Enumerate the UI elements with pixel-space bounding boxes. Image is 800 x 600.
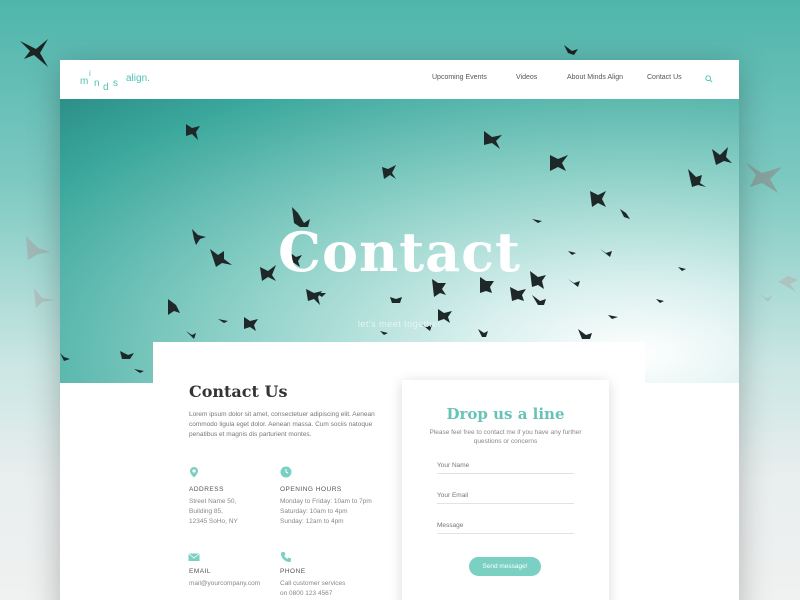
search-icon[interactable] — [705, 75, 713, 83]
background-bird-icon — [564, 45, 578, 55]
hero-title: Contact — [277, 220, 521, 284]
contact-form: Drop us a line Please feel free to conta… — [402, 380, 609, 600]
logo-letter: s — [113, 78, 120, 89]
background-bird-icon — [760, 294, 772, 302]
message-field[interactable] — [437, 518, 574, 534]
form-description: Please feel free to contact me if you ha… — [429, 429, 582, 445]
phone-icon — [281, 552, 291, 562]
address-value: Street Name 50, Building 85, 12345 SoHo,… — [189, 498, 238, 525]
nav-link-about[interactable]: About Minds Align — [567, 74, 623, 81]
nav-link-contact[interactable]: Contact Us — [647, 74, 682, 81]
logo-suffix: align. — [126, 73, 150, 84]
email-field[interactable] — [437, 488, 574, 504]
background-bird-icon — [778, 276, 798, 292]
opening-hours-label: OPENING HOURS — [280, 486, 342, 493]
clock-icon — [280, 466, 292, 478]
nav-link-upcoming-events[interactable]: Upcoming Events — [432, 74, 487, 81]
email-value[interactable]: mail@yourcompany.com — [189, 579, 260, 589]
background-bird-icon — [20, 39, 48, 67]
contact-section-title: Contact Us — [189, 382, 288, 401]
email-label: EMAIL — [189, 568, 212, 575]
send-message-button[interactable]: Send message! — [469, 557, 541, 576]
logo-letter: i — [89, 69, 93, 78]
phone-value[interactable]: Call customer services on 0800 123 4567 — [280, 579, 345, 599]
logo-letter: d — [103, 82, 111, 93]
opening-hours-value: Monday to Friday: 10am to 7pm Saturday: … — [280, 498, 372, 525]
envelope-icon — [188, 553, 200, 561]
logo-letter: n — [94, 78, 102, 89]
hero-subtitle: let's meet together — [357, 319, 442, 329]
address-label: ADDRESS — [189, 486, 224, 493]
top-navbar: m i n d s align. Upcoming Events Videos … — [60, 60, 739, 99]
nav-link-videos[interactable]: Videos — [516, 74, 537, 81]
hero-banner: Contact let's meet together — [60, 99, 739, 383]
website-page: m i n d s align. Upcoming Events Videos … — [60, 60, 739, 600]
background-bird-icon — [746, 163, 782, 193]
background-bird-icon — [34, 288, 54, 308]
background-bird-icon — [26, 236, 50, 260]
phone-label: PHONE — [280, 568, 306, 575]
name-field[interactable] — [437, 458, 574, 474]
map-pin-icon — [190, 467, 198, 478]
form-title: Drop us a line — [446, 405, 565, 423]
contact-intro-text: Lorem ipsum dolor sit amet, consectetuer… — [189, 411, 375, 438]
